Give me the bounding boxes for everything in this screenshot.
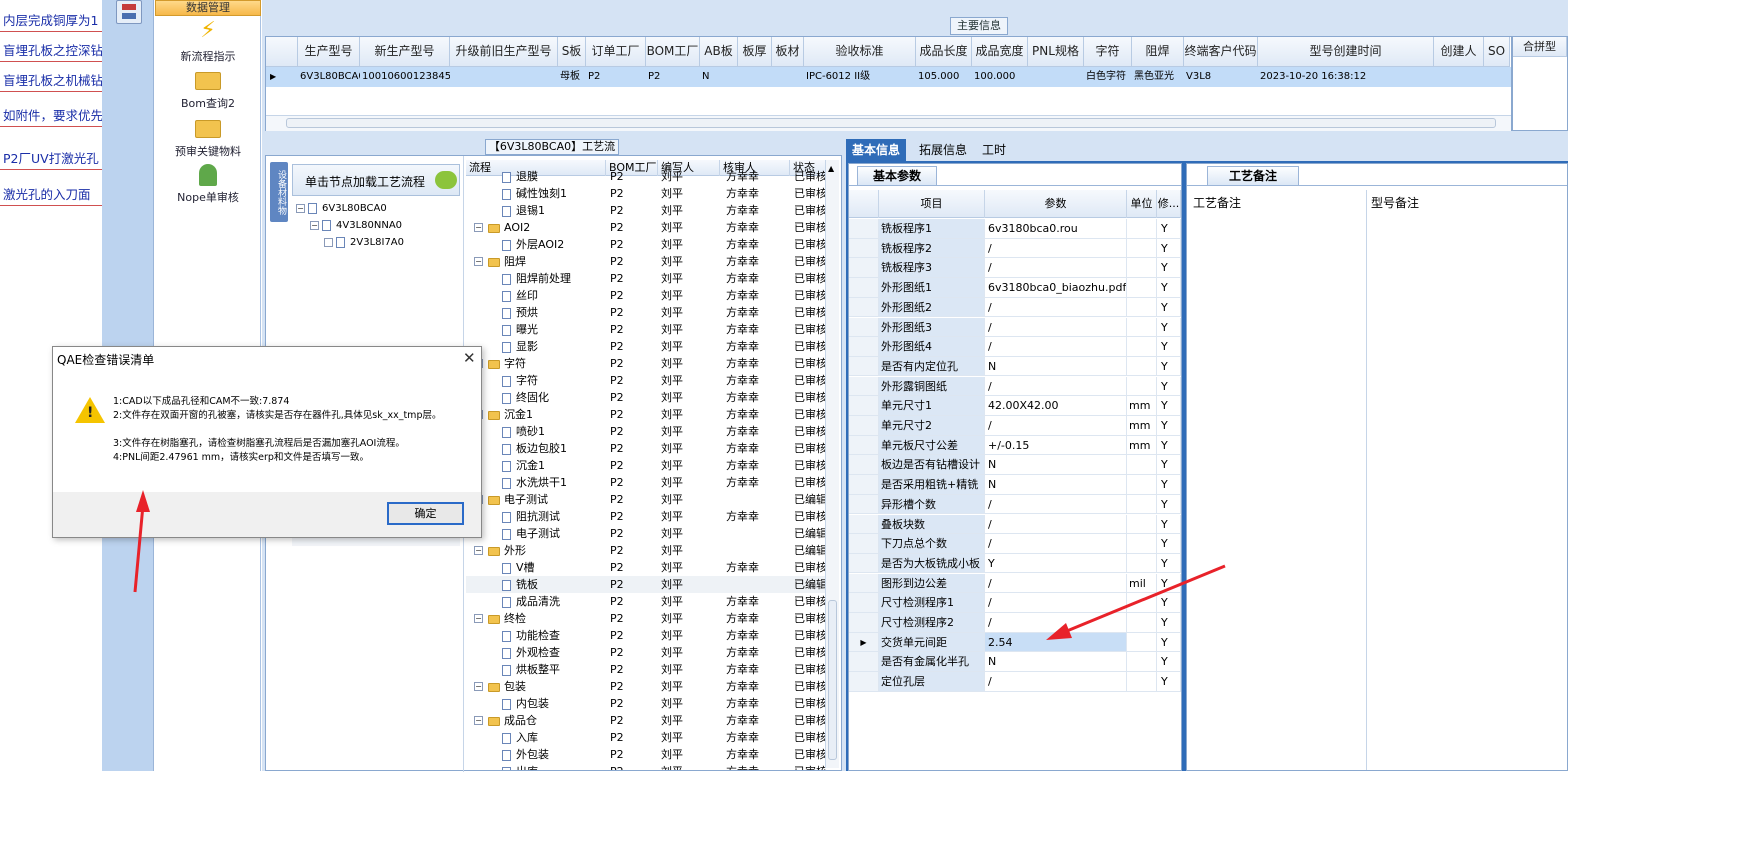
arrow-left (1061, 564, 1226, 635)
arrow-up (133, 504, 145, 593)
annotation-arrows (133, 490, 1226, 640)
arrow-up-head (136, 490, 150, 512)
arrow-left-head (1046, 623, 1072, 640)
